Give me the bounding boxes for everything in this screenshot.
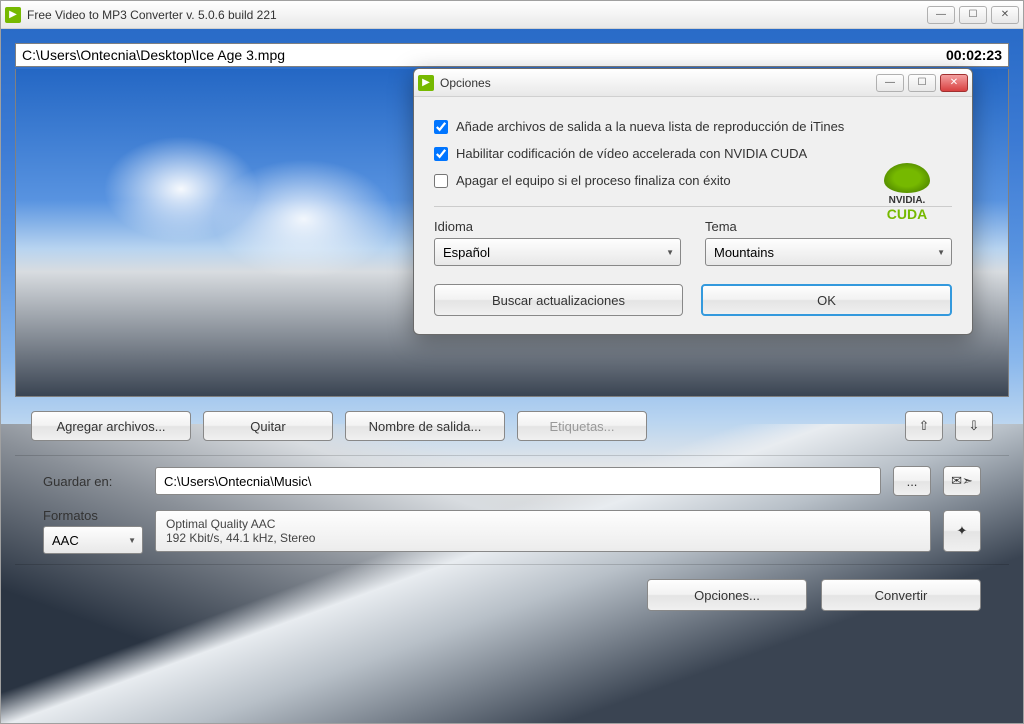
main-titlebar[interactable]: ▶ Free Video to MP3 Converter v. 5.0.6 b…	[1, 1, 1023, 29]
itunes-checkbox-row[interactable]: Añade archivos de salida a la nueva list…	[434, 113, 952, 140]
open-folder-icon: ✉➣	[951, 473, 973, 489]
language-value: Español	[443, 245, 490, 260]
window-controls: — ☐ ✕	[927, 6, 1019, 24]
divider	[15, 455, 1009, 456]
cuda-checkbox[interactable]	[434, 147, 448, 161]
divider-2	[15, 564, 1009, 565]
itunes-checkbox[interactable]	[434, 120, 448, 134]
convert-button[interactable]: Convertir	[821, 579, 981, 611]
file-duration: 00:02:23	[946, 47, 1002, 63]
dialog-icon: ▶	[418, 75, 434, 91]
move-up-button[interactable]: ⇧	[905, 411, 943, 441]
language-col: Idioma Español	[434, 219, 681, 266]
dialog-divider	[434, 206, 952, 207]
output-name-button[interactable]: Nombre de salida...	[345, 411, 505, 441]
check-updates-button[interactable]: Buscar actualizaciones	[434, 284, 683, 316]
formats-label: Formatos	[43, 508, 143, 523]
remove-button[interactable]: Quitar	[203, 411, 333, 441]
close-button[interactable]: ✕	[991, 6, 1019, 24]
language-label: Idioma	[434, 219, 681, 234]
dialog-close-button[interactable]: ✕	[940, 74, 968, 92]
language-select[interactable]: Español	[434, 238, 681, 266]
dialog-selects-row: Idioma Español Tema Mountains	[434, 219, 952, 266]
save-label: Guardar en:	[43, 474, 143, 489]
quality-wizard-button[interactable]: ✦	[943, 510, 981, 552]
wand-icon: ✦	[957, 523, 968, 539]
nvidia-eye-icon	[884, 163, 930, 193]
shutdown-checkbox[interactable]	[434, 174, 448, 188]
maximize-button[interactable]: ☐	[959, 6, 987, 24]
app-icon: ▶	[5, 7, 21, 23]
app-title: Free Video to MP3 Converter v. 5.0.6 bui…	[27, 8, 927, 22]
quality-display[interactable]: Optimal Quality AAC 192 Kbit/s, 44.1 kHz…	[155, 510, 931, 552]
nvidia-cuda-logo: NVIDIA. CUDA	[884, 163, 930, 222]
add-files-button[interactable]: Agregar archivos...	[31, 411, 191, 441]
format-select[interactable]: AAC	[43, 526, 143, 554]
theme-value: Mountains	[714, 245, 774, 260]
dialog-titlebar[interactable]: ▶ Opciones — ☐ ✕	[414, 69, 972, 97]
cuda-checkbox-row[interactable]: Habilitar codificación de vídeo accelera…	[434, 140, 952, 167]
save-path-input[interactable]	[155, 467, 881, 495]
browse-button[interactable]: ...	[893, 466, 931, 496]
options-dialog: ▶ Opciones — ☐ ✕ Añade archivos de salid…	[413, 68, 973, 335]
save-row: Guardar en: ... ✉➣	[15, 460, 1009, 502]
tags-button[interactable]: Etiquetas...	[517, 411, 647, 441]
theme-select[interactable]: Mountains	[705, 238, 952, 266]
move-down-button[interactable]: ⇩	[955, 411, 993, 441]
file-toolbar: Agregar archivos... Quitar Nombre de sal…	[15, 397, 1009, 451]
dialog-window-controls: — ☐ ✕	[876, 74, 968, 92]
nvidia-text: NVIDIA. CUDA	[884, 195, 930, 222]
quality-line1: Optimal Quality AAC	[166, 517, 920, 531]
file-path: C:\Users\Ontecnia\Desktop\Ice Age 3.mpg	[22, 47, 946, 63]
itunes-checkbox-label: Añade archivos de salida a la nueva list…	[456, 119, 844, 134]
bottom-actions: Opciones... Convertir	[15, 569, 1009, 621]
dialog-actions: Buscar actualizaciones OK	[434, 284, 952, 316]
theme-col: Tema Mountains	[705, 219, 952, 266]
shutdown-checkbox-label: Apagar el equipo si el proceso finaliza …	[456, 173, 731, 188]
dialog-title: Opciones	[440, 76, 876, 90]
minimize-button[interactable]: —	[927, 6, 955, 24]
format-value: AAC	[52, 533, 79, 548]
dialog-maximize-button[interactable]: ☐	[908, 74, 936, 92]
open-folder-button[interactable]: ✉➣	[943, 466, 981, 496]
preview-clouds	[76, 109, 426, 309]
dialog-body: Añade archivos de salida a la nueva list…	[414, 97, 972, 334]
options-button[interactable]: Opciones...	[647, 579, 807, 611]
preview-info-bar: C:\Users\Ontecnia\Desktop\Ice Age 3.mpg …	[15, 43, 1009, 67]
shutdown-checkbox-row[interactable]: Apagar el equipo si el proceso finaliza …	[434, 167, 952, 194]
dialog-minimize-button[interactable]: —	[876, 74, 904, 92]
ok-button[interactable]: OK	[701, 284, 952, 316]
formats-row: Formatos AAC Optimal Quality AAC 192 Kbi…	[15, 502, 1009, 560]
cuda-checkbox-label: Habilitar codificación de vídeo accelera…	[456, 146, 807, 161]
quality-line2: 192 Kbit/s, 44.1 kHz, Stereo	[166, 531, 920, 545]
